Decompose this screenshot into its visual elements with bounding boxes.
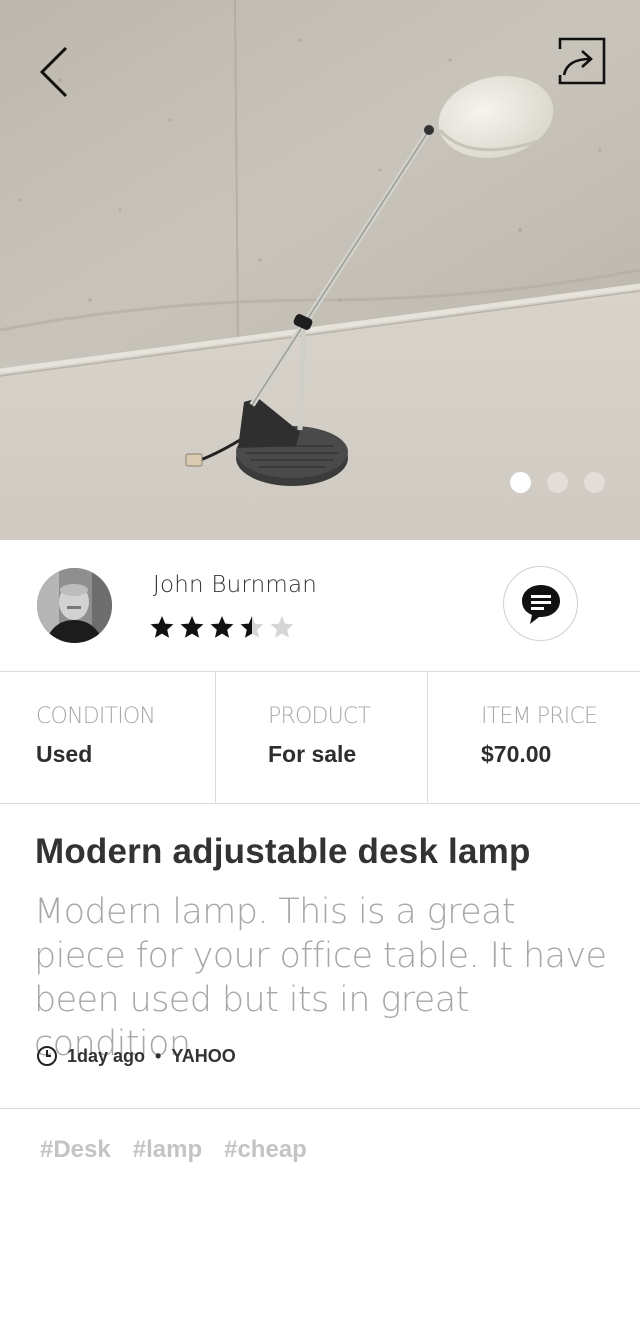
star-icon xyxy=(150,616,174,638)
posted-time: 1day ago xyxy=(67,1045,146,1066)
carousel-dot[interactable] xyxy=(510,472,531,493)
price-label: ITEM PRICE xyxy=(481,704,598,729)
star-icon xyxy=(270,616,294,638)
chevron-left-icon xyxy=(39,46,68,98)
tag[interactable]: #cheap xyxy=(224,1136,307,1164)
product-value: For sale xyxy=(268,741,357,767)
carousel-dot[interactable] xyxy=(547,472,568,493)
star-icon xyxy=(210,616,234,638)
chat-bubble-icon xyxy=(521,584,560,624)
star-icon xyxy=(180,616,204,638)
condition-label: CONDITION xyxy=(36,704,156,729)
seller-rating xyxy=(149,614,295,640)
product-label: PRODUCT xyxy=(268,704,371,729)
seller-section: John Burnman xyxy=(0,540,640,672)
condition-cell: CONDITION Used xyxy=(0,672,215,804)
product-photo xyxy=(0,0,640,540)
seller-photo xyxy=(37,568,112,643)
chat-button[interactable] xyxy=(503,566,578,641)
listing-title: Modern adjustable desk lamp xyxy=(35,832,531,871)
avatar[interactable] xyxy=(37,568,112,643)
listing-source[interactable]: YAHOO xyxy=(171,1046,235,1067)
tag-list: #Desk #lamp #cheap xyxy=(40,1136,307,1164)
share-button[interactable] xyxy=(556,35,608,87)
condition-value: Used xyxy=(36,741,93,767)
item-details: CONDITION Used PRODUCT For sale ITEM PRI… xyxy=(0,672,640,804)
tag[interactable]: #lamp xyxy=(133,1136,202,1164)
share-icon xyxy=(558,37,606,85)
product-image-carousel[interactable] xyxy=(0,0,640,540)
star-icon xyxy=(240,616,264,638)
meta-separator: • xyxy=(155,1045,162,1066)
carousel-dot[interactable] xyxy=(584,472,605,493)
back-button[interactable] xyxy=(30,42,78,102)
tag[interactable]: #Desk xyxy=(40,1136,111,1164)
price-cell: ITEM PRICE $70.00 xyxy=(427,672,640,804)
description-section: Modern adjustable desk lamp Modern lamp.… xyxy=(0,804,640,1109)
price-value: $70.00 xyxy=(481,741,552,767)
seller-name[interactable]: John Burnman xyxy=(153,572,317,598)
clock-icon xyxy=(37,1046,57,1066)
product-cell: PRODUCT For sale xyxy=(215,672,427,804)
listing-meta: 1day ago • YAHOO xyxy=(36,1045,236,1067)
listing-description: Modern lamp. This is a great piece for y… xyxy=(34,892,607,1064)
carousel-indicator xyxy=(510,472,605,493)
